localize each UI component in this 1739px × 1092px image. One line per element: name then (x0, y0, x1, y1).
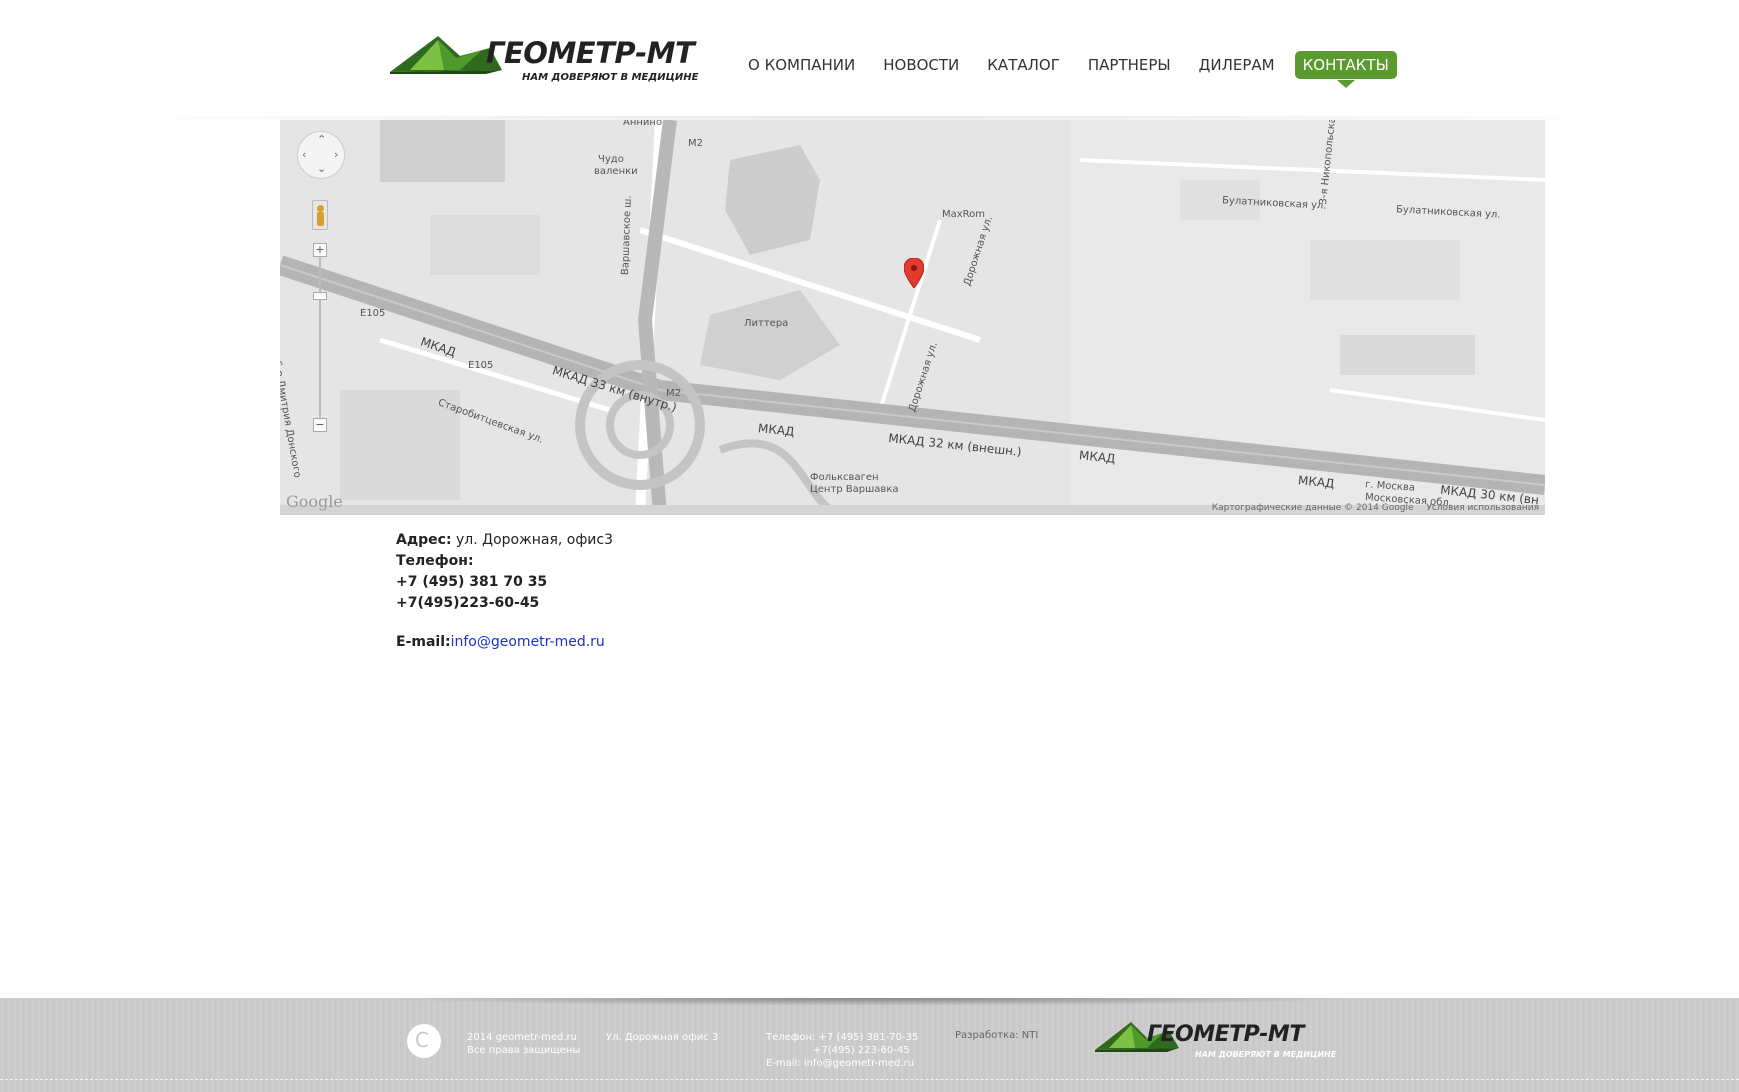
address-value: ул. Дорожная, офис3 (451, 532, 614, 548)
map-background (280, 120, 1545, 515)
map-terms-link[interactable]: Условия использования (1426, 503, 1539, 513)
zoom-out-button[interactable]: − (313, 418, 327, 432)
logo-title: ГЕОМЕТР-МТ (486, 36, 695, 70)
pan-right-icon[interactable]: › (334, 148, 338, 161)
map-label-e105: E105 (360, 308, 386, 319)
google-logo: Google (286, 492, 343, 511)
nav-item-about[interactable]: О КОМПАНИИ (740, 51, 863, 79)
site-logo[interactable]: ГЕОМЕТР-МТ НАМ ДОВЕРЯЮТ В МЕДИЦИНЕ (390, 34, 698, 88)
footer-divider (0, 1079, 1739, 1080)
pan-control[interactable]: ⌃ ⌄ ‹ › (297, 131, 345, 179)
map-label-chudo-valenki-2: валенки (594, 166, 638, 177)
map-label-chudo-valenki: Чудо (598, 154, 624, 165)
map-marker-icon[interactable] (904, 258, 924, 288)
nav-item-catalog[interactable]: КАТАЛОГ (979, 51, 1068, 79)
zoom-in-button[interactable]: + (313, 243, 327, 257)
map-label-volkswagen: Фольксваген (810, 472, 879, 483)
contact-info: Адрес: ул. Дорожная, офис3 Телефон: +7 (… (396, 530, 613, 653)
nav-item-dealers[interactable]: ДИЛЕРАМ (1191, 51, 1283, 79)
main-nav: О КОМПАНИИ НОВОСТИ КАТАЛОГ ПАРТНЕРЫ ДИЛЕ… (740, 50, 1409, 88)
map-copyright-text: Картографические данные © 2014 Google (1211, 503, 1414, 513)
footer-phone-1: Телефон: +7 (495) 381-70-35 (766, 1032, 919, 1043)
footer-address: Ул. Дорожная офис 3 (606, 1032, 719, 1043)
address-row: Адрес: ул. Дорожная, офис3 (396, 530, 613, 551)
footer-site: 2014 geometr-med.ru (467, 1032, 578, 1043)
nav-item-contacts[interactable]: КОНТАКТЫ (1294, 51, 1397, 88)
map-copyright: Картографические данные © 2014 Google Ус… (1202, 503, 1539, 513)
email-row: E-mail:info@geometr-med.ru (396, 632, 613, 653)
phone-row-2: +7(495)223-60-45 (396, 593, 613, 614)
phone-label: Телефон: (396, 553, 474, 569)
phone-value-1: +7 (495) 381 70 35 (396, 574, 548, 590)
nav-item-partners[interactable]: ПАРТНЕРЫ (1080, 51, 1179, 79)
map-label-annino: Аннино (623, 120, 663, 128)
address-label: Адрес: (396, 532, 452, 548)
footer-email[interactable]: E-mail: info@geometr-med.ru (766, 1057, 914, 1070)
phone-value-2: +7(495)223-60-45 (396, 595, 540, 611)
footer-logo-title: ГЕОМЕТР-МТ (1147, 1022, 1304, 1047)
map-label-volkswagen-2: Центр Варшавка (810, 484, 899, 495)
copyright-icon (407, 1024, 441, 1058)
street-view-pegman-icon[interactable] (312, 200, 328, 230)
logo-subtitle: НАМ ДОВЕРЯЮТ В МЕДИЦИНЕ (522, 72, 699, 83)
map-label-littera: Литтера (744, 318, 789, 329)
google-map[interactable]: Аннино Чудо валенки MaxRom Варшавское ш.… (280, 120, 1545, 515)
footer-rights: Все права защищены (467, 1045, 581, 1056)
footer-logo[interactable]: ГЕОМЕТР-МТ НАМ ДОВЕРЯЮТ В МЕДИЦИНЕ (1095, 1020, 1336, 1062)
phone-row-1: +7 (495) 381 70 35 (396, 572, 613, 593)
nav-item-news[interactable]: НОВОСТИ (875, 51, 967, 79)
zoom-slider-track[interactable] (319, 257, 321, 422)
footer-logo-subtitle: НАМ ДОВЕРЯЮТ В МЕДИЦИНЕ (1195, 1050, 1337, 1059)
email-label: E-mail: (396, 634, 451, 650)
site-header: ГЕОМЕТР-МТ НАМ ДОВЕРЯЮТ В МЕДИЦИНЕ О КОМ… (0, 0, 1739, 124)
phone-label-row: Телефон: (396, 551, 613, 572)
footer-phone-2: +7(495) 223-60-45 (813, 1045, 910, 1056)
map-label-m2: M2 (688, 138, 703, 149)
zoom-slider-handle[interactable] (313, 292, 327, 300)
map-label-e105-2: E105 (468, 360, 494, 371)
footer-developer[interactable]: Разработка: NTI (955, 1029, 1038, 1042)
pan-up-icon[interactable]: ⌃ (317, 133, 326, 146)
map-label-maxrom: MaxRom (942, 209, 986, 220)
map-label-m2-2: M2 (666, 388, 681, 399)
email-link[interactable]: info@geometr-med.ru (451, 634, 605, 650)
pan-down-icon[interactable]: ⌄ (317, 162, 326, 175)
pan-left-icon[interactable]: ‹ (302, 148, 306, 161)
